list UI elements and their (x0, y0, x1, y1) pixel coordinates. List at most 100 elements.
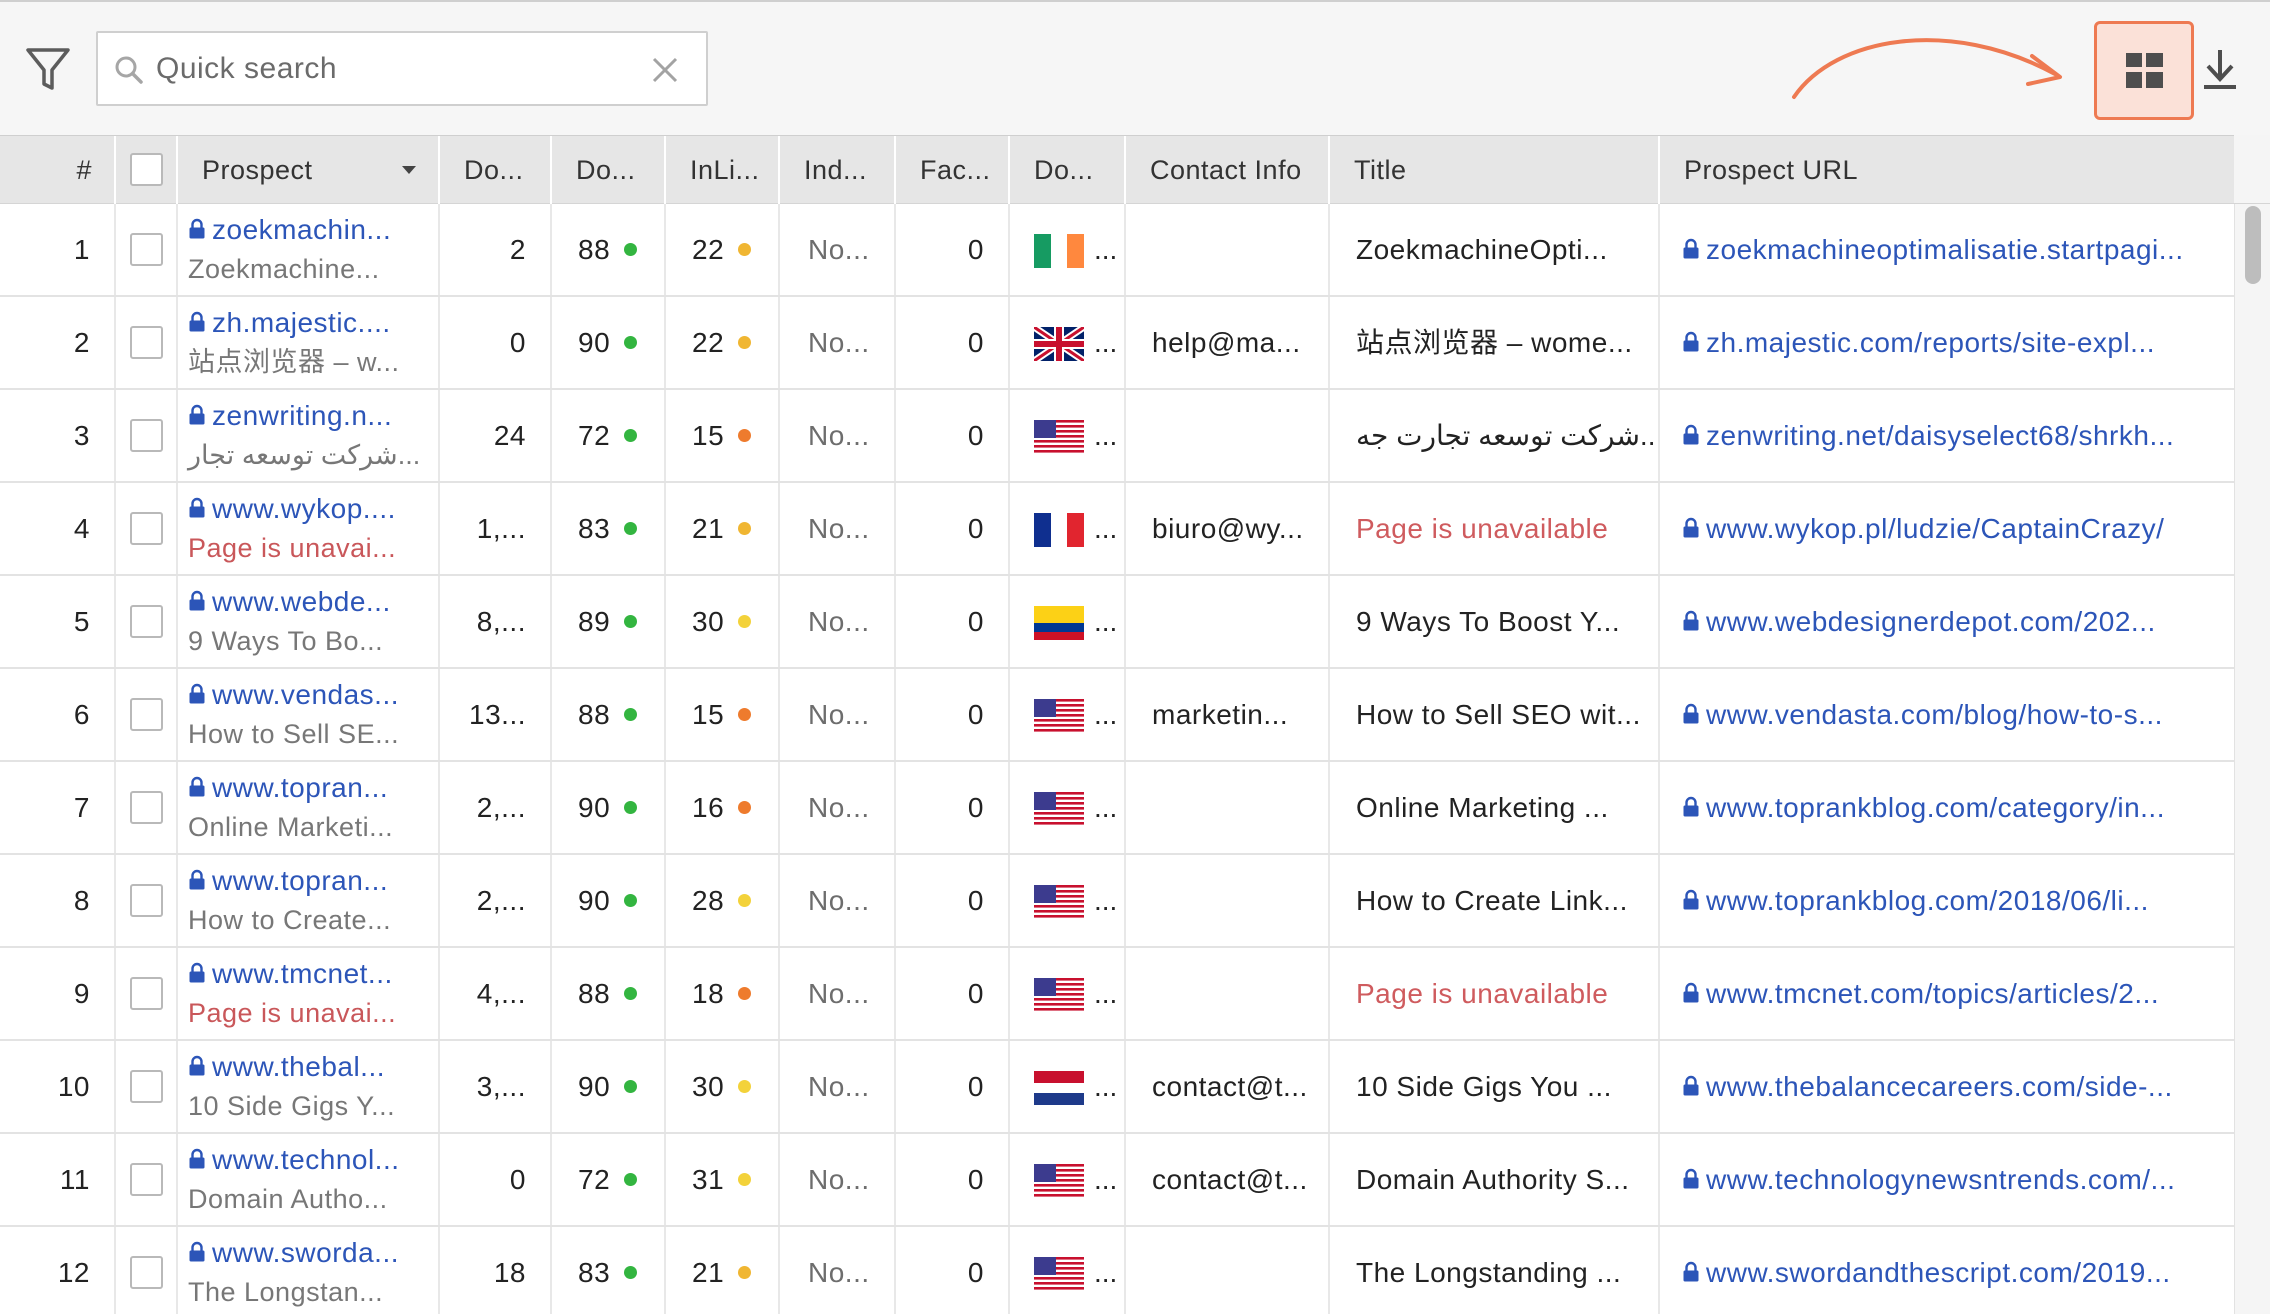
column-header-contact-info[interactable]: Contact Info (1126, 136, 1330, 204)
scrollbar-thumb[interactable] (2245, 206, 2261, 284)
cell-prospect-url[interactable]: www.wykop.pl/ludzie/CaptainCrazy/ (1660, 483, 2234, 574)
table-row[interactable]: 6 www.vendas... How to Sell SE... 13... 88 15… (0, 669, 2234, 762)
column-header-title[interactable]: Title (1330, 136, 1660, 204)
column-header-prospect[interactable]: Prospect (178, 136, 440, 204)
prospect-url-link[interactable]: www.wykop.pl/ludzie/CaptainCrazy/ (1706, 513, 2164, 544)
prospect-domain-link[interactable]: zoekmachin... (188, 213, 391, 247)
cell-prospect-url[interactable]: www.thebalancecareers.com/side-... (1660, 1041, 2234, 1132)
row-checkbox[interactable] (130, 512, 163, 545)
cell-prospect[interactable]: www.sworda... The Longstan... (178, 1227, 440, 1314)
row-checkbox[interactable] (130, 791, 163, 824)
cell-contact-info[interactable] (1126, 390, 1330, 481)
download-icon[interactable] (2200, 46, 2240, 94)
layout-toggle-button[interactable] (2094, 21, 2194, 120)
column-header-fac[interactable]: Fac... (896, 136, 1010, 204)
prospect-url-link[interactable]: www.technologynewsntrends.com/... (1706, 1164, 2175, 1195)
cell-contact-info[interactable] (1126, 1227, 1330, 1314)
table-row[interactable]: 9 www.tmcnet... Page is unavai... 4,... 88 18… (0, 948, 2234, 1041)
cell-prospect[interactable]: zh.majestic.... 站点浏览器 – w... (178, 297, 440, 388)
column-header-do3[interactable]: Do... (1010, 136, 1126, 204)
prospect-url-link[interactable]: www.toprankblog.com/2018/06/li... (1706, 885, 2149, 916)
cell-contact-info[interactable]: contact@t... (1126, 1041, 1330, 1132)
column-header-number[interactable]: # (0, 136, 116, 204)
prospect-domain-link[interactable]: www.webde... (188, 585, 391, 619)
table-row[interactable]: 10 www.thebal... 10 Side Gigs Y... 3,... 90 3… (0, 1041, 2234, 1134)
prospect-url-link[interactable]: zh.majestic.com/reports/site-expl... (1706, 327, 2155, 358)
cell-contact-info[interactable] (1126, 204, 1330, 295)
column-header-do2[interactable]: Do... (552, 136, 666, 204)
row-checkbox[interactable] (130, 233, 163, 266)
prospect-domain-link[interactable]: zenwriting.n... (188, 399, 392, 433)
table-row[interactable]: 2 zh.majestic.... 站点浏览器 – w... 0 90 22 No... 0.… (0, 297, 2234, 390)
contact-value[interactable]: marketin... (1152, 669, 1288, 760)
row-checkbox[interactable] (130, 977, 163, 1010)
prospect-domain[interactable]: www.technol... (212, 1144, 400, 1175)
table-row[interactable]: 11 www.technol... Domain Autho... 0 72 31 No..… (0, 1134, 2234, 1227)
contact-value[interactable]: contact@t... (1152, 1041, 1308, 1132)
cell-prospect[interactable]: www.wykop.... Page is unavai... (178, 483, 440, 574)
prospect-url-link[interactable]: www.vendasta.com/blog/how-to-s... (1706, 699, 2163, 730)
cell-prospect[interactable]: www.tmcnet... Page is unavai... (178, 948, 440, 1039)
prospect-url-link[interactable]: www.swordandthescript.com/2019... (1706, 1257, 2171, 1288)
cell-prospect-url[interactable]: zenwriting.net/daisyselect68/shrkh... (1660, 390, 2234, 481)
prospect-domain[interactable]: www.webde... (212, 586, 391, 617)
row-checkbox[interactable] (130, 698, 163, 731)
prospect-url-link[interactable]: zenwriting.net/daisyselect68/shrkh... (1706, 420, 2174, 451)
table-row[interactable]: 5 www.webde... 9 Ways To Bo... 8,... 89 30 No.… (0, 576, 2234, 669)
cell-prospect[interactable]: www.thebal... 10 Side Gigs Y... (178, 1041, 440, 1132)
prospect-domain-link[interactable]: www.sworda... (188, 1236, 399, 1270)
row-checkbox[interactable] (130, 1070, 163, 1103)
cell-prospect[interactable]: zenwriting.n... شرکت توسعه تجار... (178, 390, 440, 481)
prospect-url-link[interactable]: zoekmachineoptimalisatie.startpagi... (1706, 234, 2184, 265)
select-all-checkbox[interactable] (130, 153, 163, 186)
cell-contact-info[interactable] (1126, 948, 1330, 1039)
cell-contact-info[interactable]: contact@t... (1126, 1134, 1330, 1225)
column-header-prospect-url[interactable]: Prospect URL (1660, 136, 2234, 204)
vertical-scrollbar[interactable] (2234, 204, 2270, 1314)
cell-contact-info[interactable] (1126, 855, 1330, 946)
quick-search-box[interactable] (96, 31, 708, 106)
contact-value[interactable]: contact@t... (1152, 1134, 1308, 1225)
cell-prospect-url[interactable]: zh.majestic.com/reports/site-expl... (1660, 297, 2234, 388)
prospect-domain[interactable]: www.tmcnet... (212, 958, 393, 989)
table-row[interactable]: 12 www.sworda... The Longstan... 18 83 21 No..… (0, 1227, 2234, 1314)
prospect-url-link[interactable]: www.toprankblog.com/category/in... (1706, 792, 2165, 823)
cell-prospect-url[interactable]: www.toprankblog.com/category/in... (1660, 762, 2234, 853)
prospect-domain-link[interactable]: www.thebal... (188, 1050, 385, 1084)
contact-value[interactable]: biuro@wy... (1152, 483, 1304, 574)
prospect-domain-link[interactable]: www.technol... (188, 1143, 400, 1177)
prospect-url-link[interactable]: www.tmcnet.com/topics/articles/2... (1706, 978, 2159, 1009)
cell-prospect[interactable]: www.webde... 9 Ways To Bo... (178, 576, 440, 667)
table-row[interactable]: 3 zenwriting.n... شرکت توسعه تجار... 24 72 15… (0, 390, 2234, 483)
cell-prospect[interactable]: www.topran... Online Marketi... (178, 762, 440, 853)
prospect-domain[interactable]: www.thebal... (212, 1051, 385, 1082)
cell-prospect[interactable]: www.technol... Domain Autho... (178, 1134, 440, 1225)
filter-icon[interactable] (24, 44, 74, 94)
prospect-domain[interactable]: www.vendas... (212, 679, 399, 710)
cell-prospect-url[interactable]: www.swordandthescript.com/2019... (1660, 1227, 2234, 1314)
cell-contact-info[interactable]: marketin... (1126, 669, 1330, 760)
row-checkbox[interactable] (130, 605, 163, 638)
row-checkbox[interactable] (130, 326, 163, 359)
prospect-domain-link[interactable]: www.topran... (188, 864, 388, 898)
prospect-url-link[interactable]: www.thebalancecareers.com/side-... (1706, 1071, 2173, 1102)
table-row[interactable]: 4 www.wykop.... Page is unavai... 1,... 83 21… (0, 483, 2234, 576)
cell-contact-info[interactable]: biuro@wy... (1126, 483, 1330, 574)
prospect-domain[interactable]: zenwriting.n... (212, 400, 392, 431)
prospect-domain[interactable]: zh.majestic.... (212, 307, 391, 338)
prospect-domain-link[interactable]: www.tmcnet... (188, 957, 393, 991)
column-header-do1[interactable]: Do... (440, 136, 552, 204)
cell-contact-info[interactable] (1126, 576, 1330, 667)
row-checkbox[interactable] (130, 1163, 163, 1196)
table-row[interactable]: 1 zoekmachin... Zoekmachine... 2 88 22 No... 0.… (0, 204, 2234, 297)
cell-prospect[interactable]: www.topran... How to Create... (178, 855, 440, 946)
cell-prospect[interactable]: zoekmachin... Zoekmachine... (178, 204, 440, 295)
prospect-domain[interactable]: zoekmachin... (212, 214, 391, 245)
cell-contact-info[interactable]: help@ma... (1126, 297, 1330, 388)
clear-search-icon[interactable] (648, 53, 682, 87)
prospect-domain-link[interactable]: zh.majestic.... (188, 306, 391, 340)
row-checkbox[interactable] (130, 884, 163, 917)
column-header-ind[interactable]: Ind... (780, 136, 896, 204)
prospect-domain-link[interactable]: www.vendas... (188, 678, 399, 712)
contact-value[interactable]: help@ma... (1152, 297, 1301, 388)
